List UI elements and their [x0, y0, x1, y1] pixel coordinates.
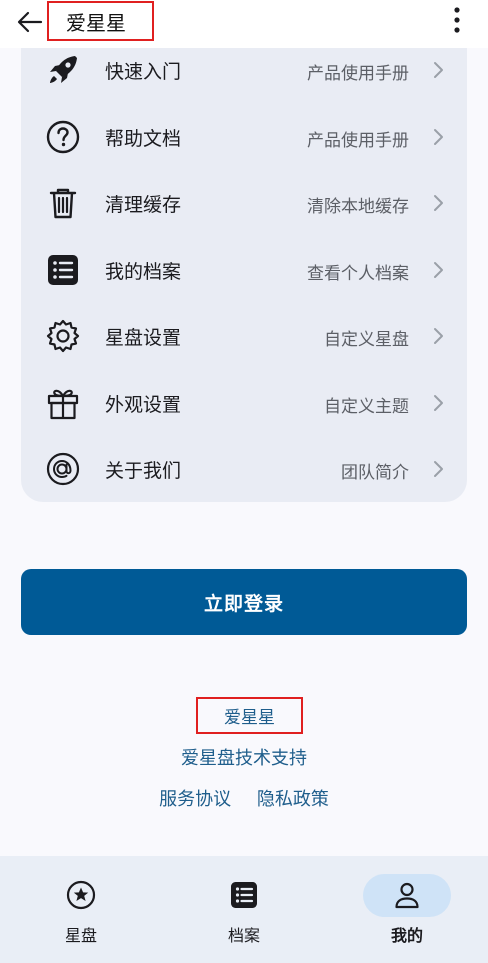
menu-item-label: 外观设置 — [105, 394, 182, 416]
menu-item-label: 我的档案 — [105, 261, 182, 283]
menu-item-subtitle: 查看个人档案 — [307, 264, 409, 284]
chevron-right-icon — [434, 129, 443, 145]
chevron-right-icon — [434, 328, 443, 344]
gift-icon — [47, 389, 79, 420]
at-sign-icon — [46, 452, 80, 486]
terms-of-service-link[interactable]: 服务协议 — [159, 789, 231, 810]
back-button[interactable] — [14, 6, 46, 38]
chevron-right-icon — [434, 395, 443, 411]
more-options-button[interactable] — [444, 4, 470, 36]
rocket-icon — [50, 56, 77, 83]
person-icon — [395, 882, 419, 909]
settings-menu-card: 快速入门 产品使用手册 帮助文档 产品使用手册 清理缓存 清除本地缓存 我的档案… — [21, 24, 467, 502]
menu-item-subtitle: 清除本地缓存 — [307, 197, 409, 217]
menu-item-appearance[interactable]: 外观设置 自定义主题 — [21, 370, 467, 436]
privacy-policy-link[interactable]: 隐私政策 — [257, 789, 329, 810]
arrow-left-icon — [17, 11, 43, 33]
trash-icon — [49, 188, 77, 219]
legal-links: 服务协议 隐私政策 — [0, 785, 488, 811]
nav-tab-chart[interactable]: 星盘 — [0, 856, 162, 963]
nav-tab-label: 档案 — [227, 926, 260, 945]
menu-item-clear-cache[interactable]: 清理缓存 清除本地缓存 — [21, 170, 467, 236]
tech-support-text[interactable]: 爱星盘技术支持 — [181, 748, 307, 769]
page-title: 爱星星 — [47, 1, 154, 41]
tech-support-link: 爱星盘技术支持 — [0, 744, 488, 770]
chevron-right-icon — [434, 262, 443, 278]
menu-item-label: 清理缓存 — [105, 194, 182, 216]
brand-name: 爱星星 — [196, 697, 303, 734]
nav-tab-archive[interactable]: 档案 — [163, 856, 325, 963]
bottom-navigation: 星盘 档案 我的 — [0, 856, 488, 963]
menu-item-subtitle: 团队简介 — [341, 463, 409, 483]
chevron-right-icon — [434, 195, 443, 211]
menu-item-subtitle: 产品使用手册 — [307, 64, 409, 84]
menu-item-subtitle: 产品使用手册 — [307, 131, 409, 151]
nav-tab-label: 星盘 — [64, 926, 97, 945]
menu-item-label: 星盘设置 — [105, 327, 182, 349]
menu-item-label: 快速入门 — [105, 61, 182, 83]
top-app-bar: 爱星星 — [0, 0, 488, 48]
gear-icon — [46, 319, 80, 353]
menu-item-about-us[interactable]: 关于我们 团队简介 — [21, 436, 467, 502]
nav-tab-mine[interactable]: 我的 — [326, 856, 488, 963]
chevron-right-icon — [434, 62, 443, 78]
login-button[interactable]: 立即登录 — [21, 569, 467, 635]
menu-item-chart-settings[interactable]: 星盘设置 自定义星盘 — [21, 303, 467, 369]
list-icon — [48, 255, 78, 285]
menu-item-subtitle: 自定义主题 — [324, 397, 409, 417]
chevron-right-icon — [434, 461, 443, 477]
star-circle-icon — [66, 880, 96, 910]
menu-item-label: 关于我们 — [105, 460, 182, 482]
menu-item-subtitle: 自定义星盘 — [324, 330, 409, 350]
menu-item-label: 帮助文档 — [105, 128, 182, 150]
list-icon — [231, 882, 257, 908]
menu-item-my-profile[interactable]: 我的档案 查看个人档案 — [21, 237, 467, 303]
menu-item-help-docs[interactable]: 帮助文档 产品使用手册 — [21, 104, 467, 170]
nav-tab-label: 我的 — [390, 926, 423, 945]
help-circle-icon — [46, 120, 80, 154]
more-vertical-icon — [454, 7, 460, 33]
